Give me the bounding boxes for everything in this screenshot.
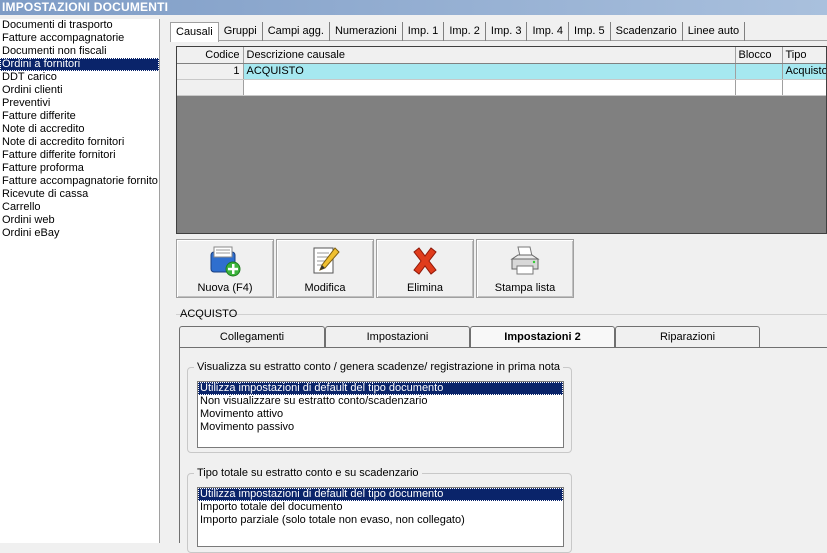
doc-type-item[interactable]: Fatture differite fornitori bbox=[0, 149, 159, 162]
tab-imp-1[interactable]: Imp. 1 bbox=[403, 22, 445, 41]
tab-imp-2[interactable]: Imp. 2 bbox=[444, 22, 486, 41]
edit-document-icon bbox=[313, 247, 340, 274]
delete-x-icon bbox=[413, 247, 437, 275]
col-header-descrizione[interactable]: Descrizione causale bbox=[243, 47, 736, 64]
detail-subtabs: Collegamenti Impostazioni Impostazioni 2… bbox=[179, 326, 760, 349]
new-button-label: Nuova (F4) bbox=[197, 282, 253, 294]
doc-type-item[interactable]: Note di accredito fornitori bbox=[0, 136, 159, 149]
new-button[interactable]: Nuova (F4) bbox=[176, 239, 274, 298]
action-buttons: Nuova (F4) Modifica Elimina Stampa lista bbox=[176, 239, 574, 298]
list-item[interactable]: Importo parziale (solo totale non evaso,… bbox=[198, 514, 563, 527]
cell-empty[interactable] bbox=[177, 79, 244, 96]
detail-group-divider bbox=[176, 314, 827, 315]
tab-impostazioni-2[interactable]: Impostazioni 2 bbox=[470, 326, 615, 349]
col-header-tipo[interactable]: Tipo bbox=[782, 47, 826, 64]
cell-blocco[interactable] bbox=[735, 63, 783, 80]
tipo-totale-fieldset: Tipo totale su estratto conto e su scade… bbox=[187, 467, 572, 553]
tab-causali[interactable]: Causali bbox=[170, 22, 219, 42]
doc-type-item[interactable]: Ordini clienti bbox=[0, 84, 159, 97]
tipo-totale-listbox[interactable]: Utilizza impostazioni di default del tip… bbox=[197, 487, 564, 547]
window-title: IMPOSTAZIONI DOCUMENTI bbox=[0, 0, 827, 15]
print-list-button[interactable]: Stampa lista bbox=[476, 239, 574, 298]
doc-type-item[interactable]: Documenti non fiscali bbox=[0, 45, 159, 58]
tab-imp-5[interactable]: Imp. 5 bbox=[569, 22, 611, 41]
doc-type-item[interactable]: Preventivi bbox=[0, 97, 159, 110]
list-item[interactable]: Movimento attivo bbox=[198, 408, 563, 421]
delete-button[interactable]: Elimina bbox=[376, 239, 474, 298]
new-document-icon bbox=[210, 246, 241, 277]
list-item[interactable]: Non visualizzare su estratto conto/scade… bbox=[198, 395, 563, 408]
list-item[interactable]: Utilizza impostazioni di default del tip… bbox=[198, 382, 563, 395]
tab-numerazioni[interactable]: Numerazioni bbox=[330, 22, 403, 41]
tab-scadenzario[interactable]: Scadenzario bbox=[611, 22, 683, 41]
cell-empty[interactable] bbox=[782, 79, 826, 96]
estratto-conto-listbox[interactable]: Utilizza impostazioni di default del tip… bbox=[197, 381, 564, 448]
cell-empty[interactable] bbox=[735, 79, 783, 96]
col-header-blocco[interactable]: Blocco bbox=[735, 47, 783, 64]
list-item[interactable]: Importo totale del documento bbox=[198, 501, 563, 514]
doc-type-item[interactable]: Fatture differite bbox=[0, 110, 159, 123]
tab-gruppi[interactable]: Gruppi bbox=[219, 22, 263, 41]
cell-descrizione[interactable]: ACQUISTO bbox=[243, 63, 736, 80]
doc-type-item[interactable]: Note di accredito bbox=[0, 123, 159, 136]
table-row-new[interactable] bbox=[177, 79, 826, 96]
doc-type-item[interactable]: Carrello bbox=[0, 201, 159, 214]
list-item[interactable]: Utilizza impostazioni di default del tip… bbox=[198, 488, 563, 501]
cell-tipo[interactable]: Acquisto bbox=[782, 63, 826, 80]
printer-icon bbox=[510, 246, 540, 275]
tab-impostazioni[interactable]: Impostazioni bbox=[325, 326, 470, 348]
doc-type-item[interactable]: Ricevute di cassa bbox=[0, 188, 159, 201]
estratto-conto-legend: Visualizza su estratto conto / genera sc… bbox=[194, 361, 563, 373]
delete-button-label: Elimina bbox=[406, 282, 444, 294]
col-header-codice[interactable]: Codice bbox=[177, 47, 244, 64]
causali-grid[interactable]: Codice Descrizione causale Blocco Tipo 1… bbox=[176, 46, 827, 234]
doc-type-item[interactable]: Fatture accompagnatorie fornito bbox=[0, 175, 159, 188]
tab-linee-auto[interactable]: Linee auto bbox=[683, 22, 746, 41]
tab-campi-agg[interactable]: Campi agg. bbox=[263, 22, 330, 41]
edit-button-label: Modifica bbox=[304, 282, 346, 294]
impostazioni-2-panel: Visualizza su estratto conto / genera sc… bbox=[179, 347, 827, 553]
tab-collegamenti[interactable]: Collegamenti bbox=[179, 326, 325, 348]
doc-type-item[interactable]: DDT carico bbox=[0, 71, 159, 84]
tab-imp-3[interactable]: Imp. 3 bbox=[486, 22, 528, 41]
main-tabs: Causali Gruppi Campi agg. Numerazioni Im… bbox=[170, 22, 827, 42]
detail-group-title: ACQUISTO bbox=[180, 308, 238, 320]
cell-empty[interactable] bbox=[243, 79, 736, 96]
tipo-totale-legend: Tipo totale su estratto conto e su scade… bbox=[194, 467, 422, 479]
doc-type-item-selected[interactable]: Ordini a fornitori bbox=[0, 58, 159, 71]
table-row[interactable]: 1 ACQUISTO Acquisto bbox=[177, 63, 826, 80]
tab-imp-4[interactable]: Imp. 4 bbox=[527, 22, 570, 41]
edit-button[interactable]: Modifica bbox=[276, 239, 374, 298]
tab-riparazioni[interactable]: Riparazioni bbox=[615, 326, 760, 348]
doc-type-item[interactable]: Ordini web bbox=[0, 214, 159, 227]
print-list-button-label: Stampa lista bbox=[494, 282, 556, 294]
document-type-list[interactable]: Documenti di trasporto Fatture accompagn… bbox=[0, 19, 160, 543]
estratto-conto-fieldset: Visualizza su estratto conto / genera sc… bbox=[187, 361, 572, 453]
doc-type-item[interactable]: Documenti di trasporto bbox=[0, 19, 159, 32]
cell-codice[interactable]: 1 bbox=[177, 63, 244, 80]
doc-type-item[interactable]: Fatture accompagnatorie bbox=[0, 32, 159, 45]
list-item[interactable]: Movimento passivo bbox=[198, 421, 563, 434]
doc-type-item[interactable]: Ordini eBay bbox=[0, 227, 159, 240]
doc-type-item[interactable]: Fatture proforma bbox=[0, 162, 159, 175]
